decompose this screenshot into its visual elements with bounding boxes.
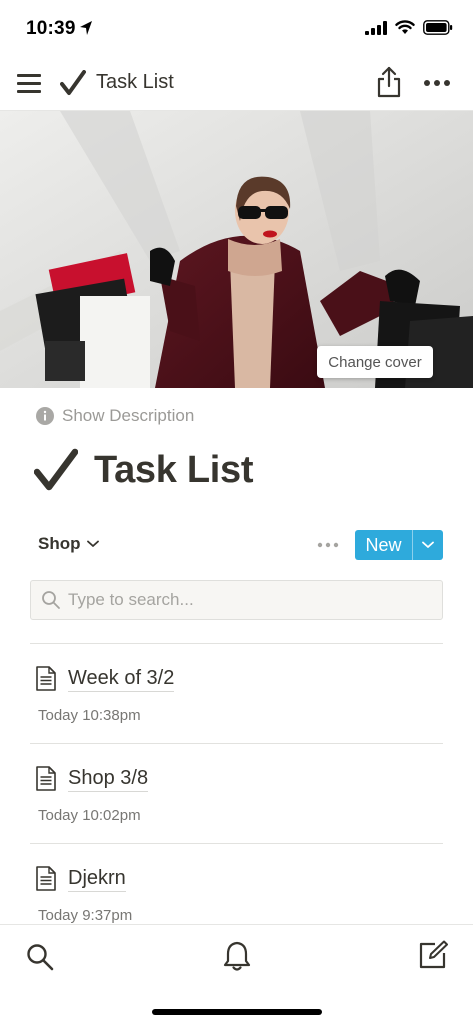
new-button-label: New	[365, 534, 402, 555]
bottom-tab-bar	[0, 924, 473, 1024]
item-title: Shop 3/8	[68, 766, 149, 792]
list-item[interactable]: Shop 3/8 Today 10:02pm	[30, 743, 443, 843]
item-timestamp: Today 9:37pm	[38, 907, 133, 924]
view-selector[interactable]: Shop	[38, 534, 99, 554]
search-input[interactable]	[68, 590, 428, 610]
new-dropdown-button[interactable]	[413, 530, 443, 560]
checkmark-icon	[60, 70, 86, 95]
more-icon[interactable]	[423, 78, 451, 88]
view-options-icon[interactable]	[316, 540, 340, 550]
share-icon[interactable]	[375, 66, 403, 98]
page-header: Task List	[34, 448, 254, 492]
search-icon[interactable]	[26, 943, 54, 971]
nav-title: Task List	[96, 71, 174, 93]
status-time: 10:39	[26, 18, 76, 39]
search-icon	[42, 591, 60, 609]
item-title: Djekrn	[68, 866, 126, 892]
chevron-down-icon	[422, 541, 434, 548]
menu-icon[interactable]	[17, 72, 41, 94]
task-list: Week of 3/2 Today 10:38pm Shop 3/8 Today…	[30, 643, 443, 943]
status-indicators	[365, 20, 453, 35]
item-timestamp: Today 10:02pm	[38, 807, 141, 824]
item-timestamp: Today 10:38pm	[38, 707, 141, 724]
new-button[interactable]: New	[355, 530, 443, 560]
status-bar: 10:39	[0, 0, 473, 56]
document-icon	[36, 766, 56, 791]
document-icon	[36, 666, 56, 691]
show-description-toggle[interactable]: Show Description	[36, 405, 194, 427]
item-title: Week of 3/2	[68, 666, 175, 692]
checkmark-icon	[34, 448, 78, 491]
cellular-signal-icon	[365, 20, 387, 35]
show-description-label: Show Description	[62, 406, 195, 425]
chevron-down-icon	[86, 540, 99, 547]
page-title: Task List	[94, 448, 254, 491]
view-name: Shop	[38, 534, 81, 553]
list-item[interactable]: Week of 3/2 Today 10:38pm	[30, 643, 443, 743]
search-box	[30, 580, 443, 620]
wifi-icon	[395, 20, 415, 34]
battery-icon	[423, 20, 453, 35]
top-nav-bar: Task List	[0, 56, 473, 111]
info-icon	[36, 407, 54, 425]
cover-image: Change cover	[0, 111, 473, 388]
compose-icon[interactable]	[418, 940, 448, 970]
change-cover-button[interactable]: Change cover	[317, 346, 433, 378]
bell-icon[interactable]	[222, 940, 252, 972]
document-icon	[36, 866, 56, 891]
location-arrow-icon	[80, 21, 92, 35]
home-indicator	[152, 1009, 322, 1015]
